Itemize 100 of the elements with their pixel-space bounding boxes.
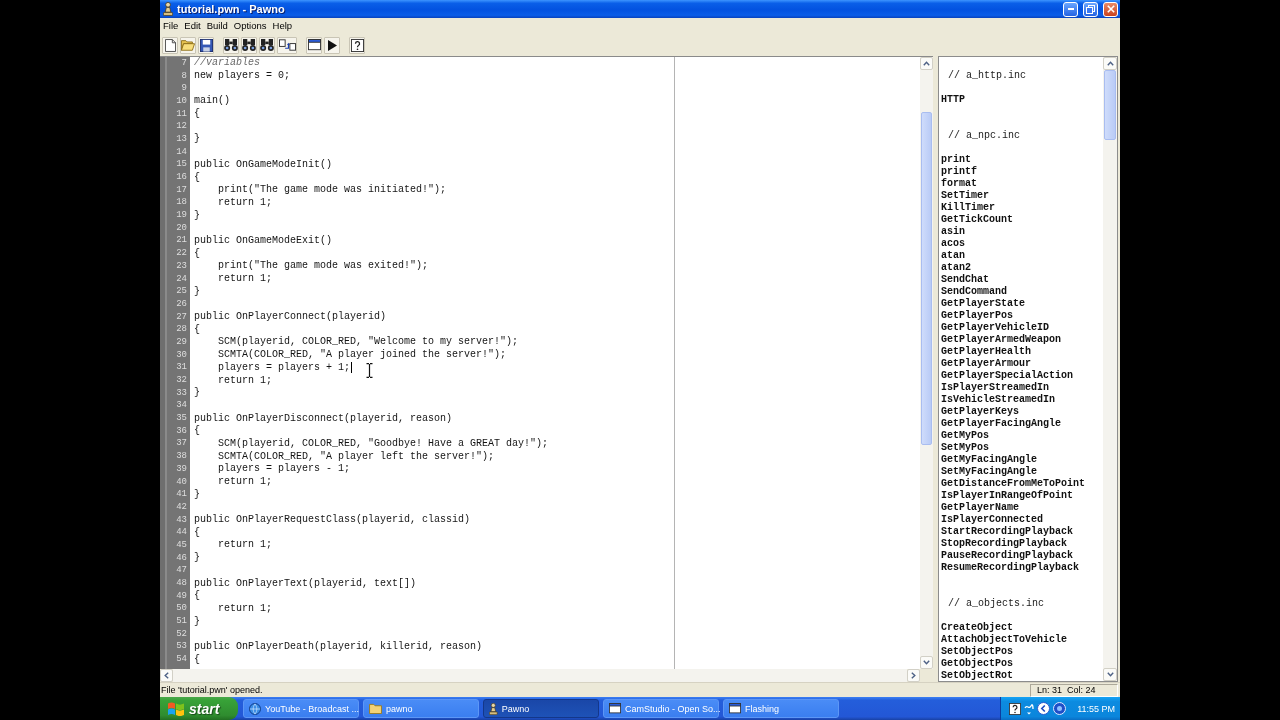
- scroll-down-button[interactable]: [1103, 668, 1117, 681]
- minimize-icon: [1067, 8, 1074, 10]
- function-list-item[interactable]: IsPlayerConnected: [941, 513, 1044, 525]
- taskbar-button[interactable]: Pawno: [483, 699, 599, 718]
- cursor-position: Ln: 31 Col: 24: [1030, 683, 1118, 697]
- menu-item[interactable]: Help: [269, 19, 296, 33]
- line-number: 49: [176, 590, 187, 602]
- taskbar-button[interactable]: Flashing: [723, 699, 839, 718]
- box-arrow-icon: [278, 39, 296, 51]
- function-list-item[interactable]: GetMyPos: [941, 429, 989, 441]
- line-number: 27: [176, 311, 187, 323]
- function-list-item[interactable]: GetPlayerArmedWeapon: [941, 333, 1062, 345]
- function-list-item[interactable]: StopRecordingPlayback: [941, 537, 1068, 549]
- code-line: players = players + 1;: [217, 361, 351, 374]
- function-list-item[interactable]: IsPlayerInRangeOfPoint: [941, 489, 1074, 501]
- function-list-item[interactable]: HTTP: [941, 93, 965, 105]
- function-list-item[interactable]: GetPlayerPos: [941, 309, 1013, 321]
- find-previous-button[interactable]: [259, 36, 275, 54]
- function-list-item[interactable]: acos: [941, 237, 965, 249]
- new-file-button[interactable]: [162, 36, 178, 54]
- start-button[interactable]: start: [160, 697, 238, 720]
- help-button[interactable]: [349, 36, 365, 54]
- find-button[interactable]: [223, 36, 239, 54]
- function-list-item[interactable]: asin: [941, 225, 965, 237]
- function-list-item[interactable]: GetPlayerHealth: [941, 345, 1031, 357]
- status-message: File 'tutorial.pwn' opened.: [161, 685, 263, 695]
- taskbar-button[interactable]: pawno: [363, 699, 479, 718]
- file-icon: [164, 38, 176, 52]
- function-list-item[interactable]: SetMyFacingAngle: [941, 465, 1037, 477]
- scroll-down-button[interactable]: [920, 656, 933, 669]
- function-list-item[interactable]: GetMyFacingAngle: [941, 453, 1037, 465]
- function-list-item[interactable]: atan2: [941, 261, 971, 273]
- scrollbar-thumb[interactable]: [921, 112, 932, 445]
- function-list-item[interactable]: GetTickCount: [941, 213, 1013, 225]
- minimize-button[interactable]: [1063, 1, 1078, 17]
- pawn-icon: [163, 2, 174, 16]
- function-list-item[interactable]: IsVehicleStreamedIn: [941, 393, 1056, 405]
- code-line: return 1;: [217, 539, 272, 552]
- function-list-item[interactable]: GetPlayerFacingAngle: [941, 417, 1062, 429]
- scroll-up-button[interactable]: [1103, 57, 1117, 70]
- function-list-item[interactable]: PauseRecordingPlayback: [941, 549, 1074, 561]
- window-button[interactable]: [306, 36, 322, 54]
- function-list-item[interactable]: GetPlayerVehicleID: [941, 321, 1050, 333]
- function-list-item[interactable]: printf: [941, 165, 977, 177]
- function-list-item[interactable]: IsPlayerStreamedIn: [941, 381, 1050, 393]
- code-line: public OnPlayerConnect(playerid): [194, 311, 387, 324]
- function-list-item[interactable]: GetPlayerSpecialAction: [941, 369, 1074, 381]
- line-number: 8: [181, 70, 187, 82]
- function-list-item[interactable]: AttachObjectToVehicle: [941, 633, 1068, 645]
- replace-button[interactable]: [277, 36, 297, 54]
- taskbar-button[interactable]: YouTube - Broadcast ...: [243, 699, 359, 718]
- function-group-header: // a_objects.inc: [948, 597, 1044, 609]
- function-list-item[interactable]: SendChat: [941, 273, 989, 285]
- function-list-item[interactable]: StartRecordingPlayback: [941, 525, 1074, 537]
- code-line: public OnGameModeExit(): [194, 234, 333, 247]
- scroll-left-button[interactable]: [160, 669, 173, 682]
- function-list-item[interactable]: GetObjectPos: [941, 657, 1013, 669]
- line-number: 35: [176, 413, 187, 425]
- circle-chevron-left-icon: [1037, 702, 1050, 715]
- folder-icon: [369, 703, 382, 714]
- restore-button[interactable]: [1083, 1, 1098, 17]
- function-list-item[interactable]: KillTimer: [941, 201, 995, 213]
- line-number: 26: [176, 298, 187, 310]
- function-list-item[interactable]: SetMyPos: [941, 441, 989, 453]
- find-next-button[interactable]: [241, 36, 257, 54]
- clock: 11:55 PM: [1077, 703, 1115, 714]
- globe-icon: [249, 702, 261, 715]
- function-list-item[interactable]: GetDistanceFromMeToPoint: [941, 477, 1086, 489]
- function-list-item[interactable]: SetTimer: [941, 189, 989, 201]
- line-number: 28: [176, 324, 187, 336]
- function-list-item[interactable]: CreateObject: [941, 621, 1013, 633]
- function-list-item[interactable]: SetObjectPos: [941, 645, 1013, 657]
- function-list-item[interactable]: GetPlayerName: [941, 501, 1019, 513]
- code-line: players = players - 1;: [217, 463, 351, 476]
- line-number: 50: [176, 603, 187, 615]
- compile-button[interactable]: [324, 36, 340, 54]
- line-number: 37: [176, 438, 187, 450]
- function-list-item[interactable]: SetObjectRot: [941, 669, 1013, 681]
- menu-item[interactable]: File: [160, 19, 182, 33]
- scrollbar-thumb[interactable]: [1104, 70, 1116, 140]
- scroll-right-button[interactable]: [907, 669, 920, 682]
- open-button[interactable]: [180, 36, 196, 54]
- menu-item[interactable]: Edit: [181, 19, 204, 33]
- taskbar-button[interactable]: CamStudio - Open So...: [603, 699, 719, 718]
- function-list-item[interactable]: format: [941, 177, 977, 189]
- menu-item[interactable]: Build: [203, 19, 231, 33]
- line-number: 7: [181, 57, 187, 69]
- function-list-item[interactable]: GetPlayerKeys: [941, 405, 1019, 417]
- function-list-item[interactable]: ResumeRecordingPlayback: [941, 561, 1080, 573]
- function-list-item[interactable]: print: [941, 153, 971, 165]
- close-button[interactable]: [1103, 1, 1118, 17]
- function-list-item[interactable]: atan: [941, 249, 965, 261]
- save-button[interactable]: [198, 36, 214, 54]
- function-list-item[interactable]: GetPlayerArmour: [941, 357, 1031, 369]
- scroll-up-button[interactable]: [920, 57, 933, 70]
- function-list-item[interactable]: GetPlayerState: [941, 297, 1025, 309]
- menu-item[interactable]: Options: [230, 19, 270, 33]
- line-number: 18: [176, 197, 187, 209]
- line-number: 21: [176, 235, 187, 247]
- function-list-item[interactable]: SendCommand: [941, 285, 1007, 297]
